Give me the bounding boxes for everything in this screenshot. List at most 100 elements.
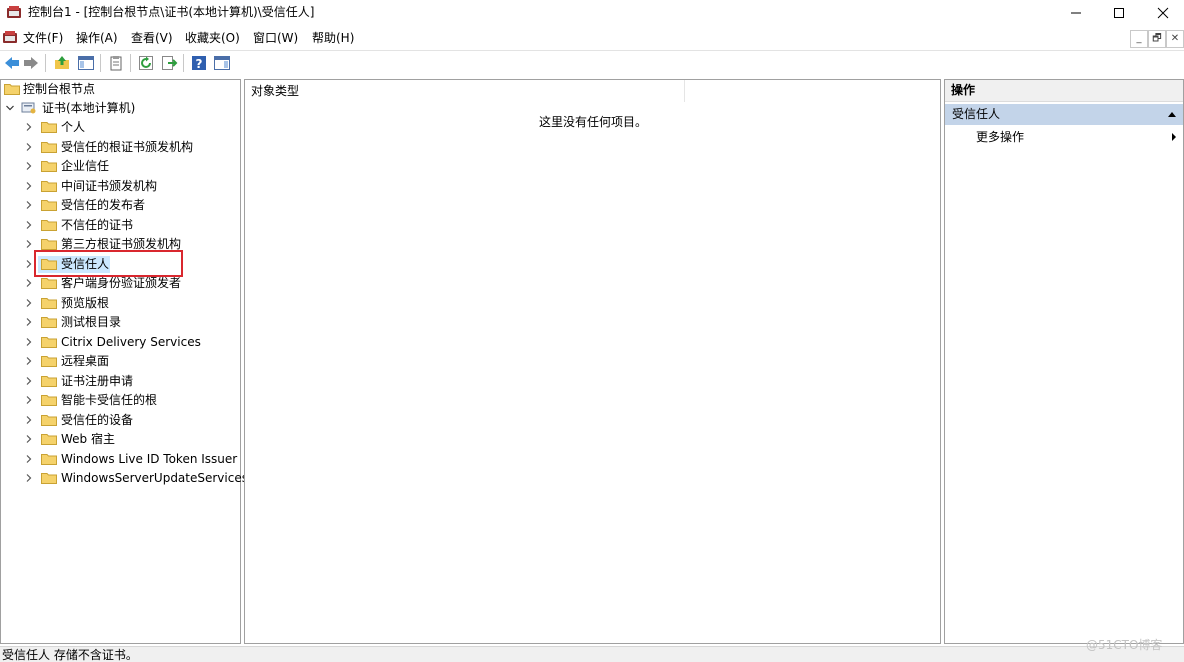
- refresh-icon[interactable]: [137, 54, 155, 72]
- actions-section-header[interactable]: 受信任人: [945, 104, 1183, 125]
- tree-node-store[interactable]: 预览版根: [1, 294, 240, 313]
- tree-node-label: Web 宿主: [61, 432, 115, 446]
- tree-node-label: Windows Live ID Token Issuer: [61, 451, 238, 466]
- chevron-right-icon[interactable]: [24, 181, 34, 191]
- tree-node-certificates-local[interactable]: 证书(本地计算机): [1, 99, 240, 118]
- chevron-right-icon[interactable]: [24, 434, 34, 444]
- menu-favorites[interactable]: 收藏夹(O): [185, 30, 240, 46]
- chevron-right-icon[interactable]: [24, 298, 34, 308]
- folder-icon: [41, 278, 57, 289]
- more-actions-label: 更多操作: [976, 130, 1025, 144]
- show-hide-console-tree-icon[interactable]: [77, 54, 95, 72]
- tree-node-store[interactable]: Citrix Delivery Services: [1, 333, 240, 352]
- tree-node-store[interactable]: 受信任的发布者: [1, 196, 240, 215]
- tree-node-label: Citrix Delivery Services: [61, 334, 201, 349]
- folder-icon: [41, 336, 57, 348]
- chevron-right-icon[interactable]: [24, 122, 34, 132]
- toolbar-separator: [100, 54, 101, 72]
- column-divider[interactable]: [684, 80, 685, 102]
- close-button[interactable]: [1140, 0, 1184, 25]
- chevron-right-icon[interactable]: [24, 337, 34, 347]
- folder-icon: [41, 375, 57, 387]
- chevron-right-icon[interactable]: [24, 454, 34, 464]
- menu-view[interactable]: 查看(V): [131, 30, 173, 46]
- back-icon[interactable]: [3, 54, 21, 72]
- chevron-right-icon[interactable]: [24, 239, 34, 249]
- tree-node-store[interactable]: Windows Live ID Token Issuer: [1, 450, 240, 469]
- actions-pane: 操作 受信任人 更多操作: [944, 79, 1184, 644]
- folder-icon: [41, 141, 57, 153]
- chevron-right-icon[interactable]: [24, 220, 34, 230]
- menu-help[interactable]: 帮助(H): [312, 30, 354, 46]
- tree-node-label: 智能卡受信任的根: [61, 393, 158, 407]
- tree-node-store[interactable]: WindowsServerUpdateServices: [1, 469, 248, 488]
- menu-action[interactable]: 操作(A): [76, 30, 118, 46]
- menu-window[interactable]: 窗口(W): [253, 30, 298, 46]
- mdi-restore-button[interactable]: 🗗: [1148, 30, 1166, 48]
- chevron-right-icon[interactable]: [24, 317, 34, 327]
- tree-node-label: 证书注册申请: [61, 373, 134, 388]
- tree-node-label: 客户端身份验证颁发者: [61, 276, 182, 290]
- toolbar-separator: [130, 54, 131, 72]
- status-bar: 受信任人 存储不含证书。: [0, 646, 1184, 662]
- folder-icon: [41, 317, 57, 328]
- chevron-right-icon[interactable]: [24, 161, 34, 171]
- status-text: 受信任人 存储不含证书。: [2, 648, 138, 662]
- column-header-object-type[interactable]: 对象类型: [251, 84, 299, 99]
- tree-node-store[interactable]: 受信任的根证书颁发机构: [1, 138, 240, 157]
- chevron-down-icon[interactable]: [5, 103, 15, 113]
- chevron-right-icon[interactable]: [24, 395, 34, 405]
- tree-node-store[interactable]: 中间证书颁发机构: [1, 177, 240, 196]
- toolbar: ?: [0, 50, 1184, 76]
- tree-node-label: 控制台根节点: [23, 82, 96, 96]
- tree-node-store[interactable]: 测试根目录: [1, 313, 240, 332]
- folder-icon: [41, 161, 57, 172]
- chevron-right-icon[interactable]: [24, 415, 34, 425]
- minimize-button[interactable]: [1053, 0, 1099, 25]
- watermark: @51CTO博客: [1086, 638, 1163, 652]
- forward-icon[interactable]: [22, 54, 40, 72]
- menu-file[interactable]: 文件(F): [23, 30, 63, 46]
- title-bar: 控制台1 - [控制台根节点\证书(本地计算机)\受信任人]: [0, 0, 1184, 25]
- certificate-store-icon: [21, 102, 36, 114]
- chevron-right-icon[interactable]: [24, 376, 34, 386]
- folder-icon: [41, 297, 57, 309]
- column-header[interactable]: 对象类型: [245, 80, 940, 102]
- chevron-right-icon[interactable]: [24, 200, 34, 210]
- tree-node-label: WindowsServerUpdateServices: [61, 471, 248, 485]
- tree-node-store[interactable]: 受信任的设备: [1, 411, 240, 430]
- properties-icon[interactable]: [107, 54, 125, 72]
- tree-node-store[interactable]: 不信任的证书: [1, 216, 240, 235]
- mdi-close-button[interactable]: ✕: [1166, 30, 1184, 48]
- empty-list-message: 这里没有任何项目。: [539, 115, 648, 129]
- tree-node-label: 中间证书颁发机构: [61, 178, 158, 193]
- console-tree-pane[interactable]: 控制台根节点 证书(本地计算机) 个人 受信任的根证书颁发机构 企业信任中间证书颁发…: [0, 79, 248, 644]
- tree-node-store[interactable]: Web 宿主: [1, 430, 240, 449]
- show-hide-action-pane-icon[interactable]: [213, 54, 231, 72]
- chevron-right-icon[interactable]: [24, 142, 34, 152]
- folder-icon: [41, 219, 57, 231]
- tree-node-store[interactable]: 证书注册申请: [1, 372, 240, 391]
- tree-node-store[interactable]: 智能卡受信任的根: [1, 391, 240, 410]
- chevron-right-icon[interactable]: [24, 473, 34, 483]
- tree-node-label: 证书(本地计算机): [42, 101, 136, 115]
- actions-section-label: 受信任人: [952, 107, 1001, 121]
- chevron-right-icon[interactable]: [24, 259, 34, 269]
- tree-node-store[interactable]: 远程桌面: [1, 352, 240, 371]
- help-icon[interactable]: ?: [190, 54, 208, 72]
- export-list-icon[interactable]: [160, 54, 178, 72]
- folder-icon: [41, 200, 57, 211]
- chevron-right-icon[interactable]: [24, 278, 34, 288]
- collapse-up-icon[interactable]: [1167, 110, 1177, 118]
- console-app-icon[interactable]: [2, 30, 18, 44]
- mdi-minimize-button[interactable]: _: [1130, 30, 1148, 48]
- maximize-button[interactable]: [1096, 0, 1142, 25]
- tree-node-store[interactable]: 个人: [1, 118, 240, 137]
- folder-icon: [41, 239, 57, 250]
- tree-node-store[interactable]: 企业信任: [1, 157, 240, 176]
- results-pane[interactable]: 对象类型 这里没有任何项目。: [244, 79, 941, 644]
- tree-node-console-root[interactable]: 控制台根节点: [1, 80, 240, 99]
- more-actions-item[interactable]: 更多操作: [945, 127, 1183, 147]
- up-folder-icon[interactable]: [53, 54, 71, 72]
- chevron-right-icon[interactable]: [24, 356, 34, 366]
